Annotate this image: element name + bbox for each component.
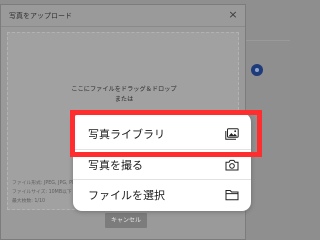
action-choose-file[interactable]: ファイルを選択 (73, 179, 251, 209)
drop-zone-or: または (114, 96, 134, 103)
highlight-box (70, 110, 262, 157)
drop-zone-text: ここにファイルをドラッグ＆ドロップ または (16, 85, 232, 105)
drop-zone-instruction: ここにファイルをドラッグ＆ドロップ (71, 86, 177, 93)
modal-header: 写真をアップロード × (1, 5, 245, 27)
folder-icon (225, 189, 239, 200)
close-icon[interactable]: × (227, 8, 239, 22)
action-choose-file-label: ファイルを選択 (88, 188, 165, 202)
modal-title: 写真をアップロード (9, 12, 72, 20)
cancel-button[interactable]: キャンセル (105, 213, 147, 228)
action-take-photo-label: 写真を撮る (88, 158, 143, 172)
background-indicator-dot (251, 64, 263, 76)
camera-icon (225, 159, 239, 170)
